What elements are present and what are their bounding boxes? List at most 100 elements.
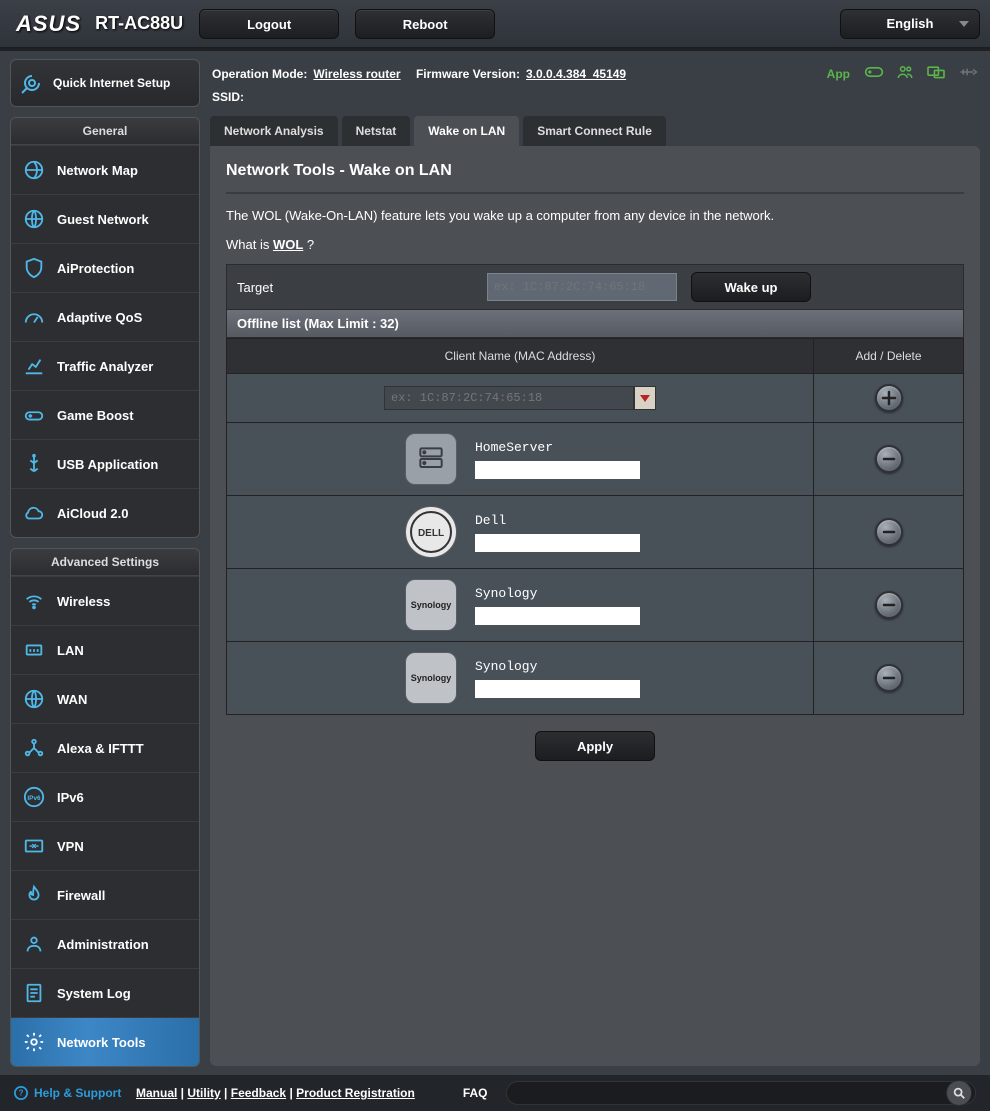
sidebar-item-aicloud[interactable]: AiCloud 2.0 [11,488,199,537]
sidebar-item-label: IPv6 [57,790,84,805]
op-mode-link[interactable]: Wireless router [313,67,400,81]
tab-network-analysis[interactable]: Network Analysis [210,116,338,146]
sidebar-item-guest-network[interactable]: Guest Network [11,194,199,243]
product-registration-link[interactable]: Product Registration [296,1086,415,1100]
manual-link[interactable]: Manual [136,1086,177,1100]
search-button[interactable] [946,1080,972,1106]
general-header: General [11,118,199,145]
admin-icon [21,931,47,957]
fw-link[interactable]: 3.0.0.4.384_45149 [526,67,626,81]
sidebar-item-label: USB Application [57,457,158,472]
page-description: The WOL (Wake-On-LAN) feature lets you w… [226,208,964,223]
delete-button[interactable] [875,445,903,473]
sidebar-item-label: WAN [57,692,87,707]
device-name: HomeServer [475,440,640,455]
main-panel: Network Tools - Wake on LAN The WOL (Wak… [210,146,980,1066]
sidebar-item-network-tools[interactable]: Network Tools [11,1017,199,1066]
add-row [227,374,964,423]
delete-button[interactable] [875,518,903,546]
sidebar-item-lan[interactable]: LAN [11,625,199,674]
sidebar-item-system-log[interactable]: System Log [11,968,199,1017]
col-add-delete: Add / Delete [814,339,964,374]
synology-icon: Synology [405,652,457,704]
delete-button[interactable] [875,591,903,619]
sidebar-advanced: Advanced Settings Wireless LAN WAN Alexa… [10,548,200,1067]
sidebar-item-game-boost[interactable]: Game Boost [11,390,199,439]
target-label: Target [227,280,487,295]
faq-search-input[interactable] [506,1081,977,1105]
globe-icon [21,686,47,712]
table-row: HomeServer [227,423,964,496]
fire-icon [21,882,47,908]
quick-internet-setup[interactable]: Quick Internet Setup [10,59,200,107]
tab-bar: Network Analysis Netstat Wake on LAN Sma… [210,116,980,146]
model-name: RT-AC88U [95,13,183,34]
network-nodes-icon [21,735,47,761]
sidebar-item-ipv6[interactable]: IPv6 IPv6 [11,772,199,821]
sidebar-item-label: AiProtection [57,261,134,276]
language-dropdown[interactable]: English [840,9,980,39]
sidebar-item-traffic-analyzer[interactable]: Traffic Analyzer [11,341,199,390]
tab-wake-on-lan[interactable]: Wake on LAN [414,116,519,146]
shield-icon [21,255,47,281]
sidebar-item-wireless[interactable]: Wireless [11,576,199,625]
log-icon [21,980,47,1006]
sidebar-item-network-map[interactable]: Network Map [11,145,199,194]
wol-help-link[interactable]: WOL [273,237,303,252]
usb-status-icon[interactable] [958,65,978,82]
users-icon[interactable] [896,63,914,84]
sidebar-item-adaptive-qos[interactable]: Adaptive QoS [11,292,199,341]
sidebar-item-label: Game Boost [57,408,134,423]
svg-text:IPv6: IPv6 [27,795,41,802]
sidebar-item-label: Traffic Analyzer [57,359,153,374]
ssid-row: SSID: [210,86,980,112]
device-name: Synology [475,586,640,601]
sidebar-item-administration[interactable]: Administration [11,919,199,968]
new-mac-input[interactable] [384,386,634,410]
sidebar-item-label: Guest Network [57,212,149,227]
screens-icon[interactable] [926,64,946,83]
reboot-button[interactable]: Reboot [355,9,495,39]
offline-list-header: Offline list (Max Limit : 32) [226,310,964,338]
gauge-icon [21,304,47,330]
sidebar-item-usb-application[interactable]: USB Application [11,439,199,488]
table-row: Synology Synology [227,569,964,642]
sidebar-item-label: Administration [57,937,149,952]
add-button[interactable] [875,384,903,412]
server-icon [405,433,457,485]
sidebar-item-aiprotection[interactable]: AiProtection [11,243,199,292]
help-support[interactable]: ? Help & Support [14,1086,121,1100]
sidebar-item-label: Firewall [57,888,105,903]
sidebar-item-firewall[interactable]: Firewall [11,870,199,919]
cloud-icon [21,500,47,526]
mac-dropdown-button[interactable] [634,386,656,410]
sidebar-item-wan[interactable]: WAN [11,674,199,723]
delete-button[interactable] [875,664,903,692]
table-row: Synology Synology [227,642,964,715]
gamepad-icon[interactable] [864,65,884,82]
device-name: Dell [475,513,640,528]
table-row: DELL Dell [227,496,964,569]
op-mode-label: Operation Mode: [212,67,307,81]
sidebar-item-label: Adaptive QoS [57,310,142,325]
wake-up-button[interactable]: Wake up [691,272,811,302]
globe-pin-icon [21,157,47,183]
device-mac [475,461,640,479]
ethernet-icon [21,637,47,663]
feedback-link[interactable]: Feedback [231,1086,286,1100]
whatis-text: What is WOL ? [226,237,964,252]
tab-smart-connect-rule[interactable]: Smart Connect Rule [523,116,666,146]
sidebar-item-vpn[interactable]: VPN [11,821,199,870]
sidebar-item-alexa-ifttt[interactable]: Alexa & IFTTT [11,723,199,772]
tab-netstat[interactable]: Netstat [342,116,411,146]
app-link[interactable]: App [827,67,850,81]
chart-icon [21,353,47,379]
device-mac [475,534,640,552]
target-mac-input[interactable] [487,273,677,301]
sidebar-item-label: Network Map [57,163,138,178]
utility-link[interactable]: Utility [187,1086,220,1100]
sidebar-general: General Network Map Guest Network AiProt… [10,117,200,538]
logout-button[interactable]: Logout [199,9,339,39]
sidebar-item-label: Network Tools [57,1035,146,1050]
apply-button[interactable]: Apply [535,731,655,761]
